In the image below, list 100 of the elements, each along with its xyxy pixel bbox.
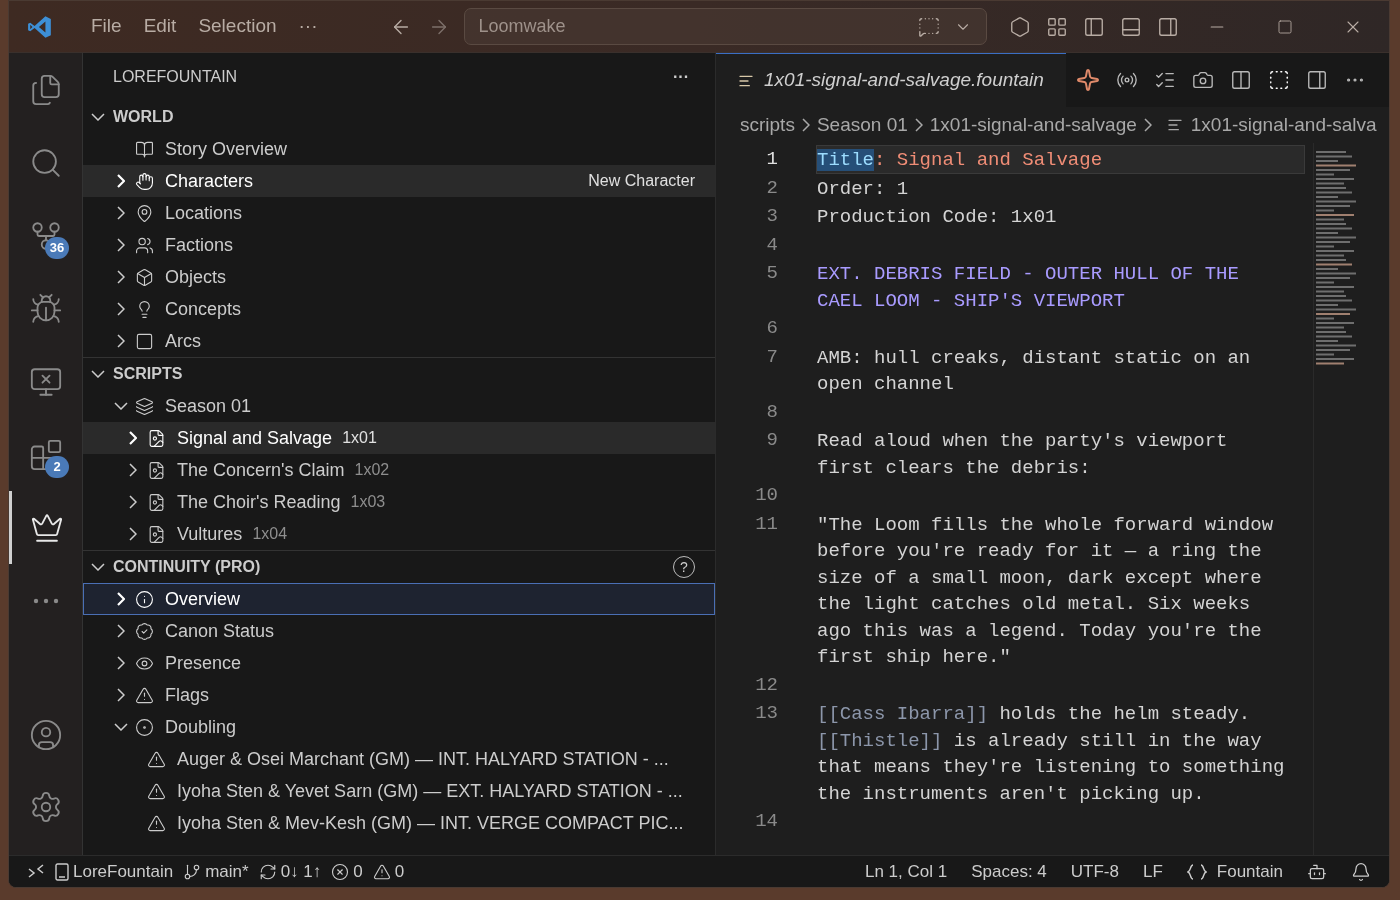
code-line: EXT. DEBRIS FIELD - OUTER HULL OF THE — [817, 263, 1239, 285]
code-line: open channel — [817, 373, 954, 395]
chevron-icon — [117, 688, 125, 702]
tree-item[interactable]: Arcs — [83, 325, 715, 357]
chevron-icon — [129, 463, 137, 477]
status-bell[interactable] — [1351, 861, 1371, 882]
chevron-icon — [117, 334, 125, 348]
chat-icon[interactable] — [917, 15, 940, 38]
code-line: Production Code: 1x01 — [817, 206, 1057, 228]
split-icon[interactable] — [1305, 69, 1328, 91]
status-text[interactable]: LF — [1143, 858, 1163, 885]
code-line: first ship here." — [817, 646, 1011, 668]
file-icon — [147, 428, 166, 448]
menu-item[interactable]: ··· — [288, 12, 328, 41]
menu-item[interactable]: File — [81, 12, 132, 41]
status-sync[interactable]: 0↓ 1↑ — [258, 858, 322, 885]
hexagon-icon[interactable] — [1008, 15, 1031, 38]
tree-item[interactable]: Story Overview — [83, 133, 715, 165]
line-number: 1 — [765, 147, 778, 172]
tree-item[interactable]: Iyoha Sten & Mev-Kesh (GM) — INT. VERGE COMPACT PIC... — [83, 807, 715, 839]
tree-item[interactable]: Locations — [83, 197, 715, 229]
status-errors[interactable]: 0 — [331, 858, 363, 885]
tree-item[interactable]: Signal and Salvage 1x01 — [83, 422, 715, 454]
cube-icon — [135, 267, 154, 287]
tree-item[interactable]: Vultures 1x04 — [83, 518, 715, 550]
tree-item[interactable]: Characters New Character — [83, 165, 715, 197]
camera-icon[interactable] — [1191, 69, 1214, 91]
account-icon[interactable] — [28, 718, 63, 752]
file-icon — [147, 492, 166, 512]
line-number: 2 — [765, 175, 778, 201]
tree-item[interactable]: Flags — [83, 679, 715, 711]
error-icon — [331, 862, 350, 881]
hand-icon — [135, 171, 154, 191]
info-icon — [135, 589, 154, 609]
chevron-icon — [91, 563, 105, 571]
tree-item[interactable]: Overview — [83, 583, 715, 615]
tree-item[interactable]: Doubling — [83, 711, 715, 743]
code-line: Order: 1 — [817, 177, 909, 200]
tree-item[interactable]: Presence — [83, 647, 715, 679]
section-header[interactable]: WORLD — [83, 101, 715, 133]
branch-icon — [183, 862, 202, 881]
status-project[interactable]: LoreFountain — [55, 858, 174, 885]
status-text[interactable]: Ln 1, Col 1 — [864, 858, 948, 885]
tree-item[interactable]: Concepts — [83, 293, 715, 325]
tree-item[interactable]: Auger & Osei Marchant (GM) — INT. HALYARD STATION - ... — [83, 743, 715, 775]
tree-item[interactable]: The Choir's Reading 1x03 — [83, 486, 715, 518]
line-number: 14 — [754, 809, 778, 834]
breadcrumb[interactable]: Season 01 — [816, 110, 908, 140]
chevron-icon — [914, 118, 923, 132]
columns-icon[interactable] — [1229, 69, 1252, 91]
tree-item[interactable]: Iyoha Sten & Yevet Sarn (GM) — EXT. HALYARD STATION - ... — [83, 775, 715, 807]
code-line: Title: Signal and Salvage — [817, 149, 1103, 171]
chevron-icon — [117, 270, 125, 284]
chevron-icon — [117, 302, 125, 316]
tree-item[interactable]: The Concern's Claim 1x02 — [83, 454, 715, 486]
maximize-button[interactable] — [1277, 18, 1293, 35]
status-branch[interactable]: main* — [183, 858, 249, 885]
status-text[interactable]: UTF-8 — [1070, 858, 1119, 885]
status-warnings[interactable]: 0 — [372, 858, 405, 885]
breadcrumb[interactable]: scripts — [740, 110, 795, 140]
breadcrumb[interactable]: 1x01-signal-and-salva — [1190, 110, 1377, 140]
breadcrumb[interactable]: 1x01-signal-and-salvage — [929, 110, 1137, 140]
line-number: 9 — [765, 428, 778, 453]
menu-item[interactable]: Selection — [188, 12, 287, 41]
line-number: 7 — [765, 344, 778, 370]
warning-icon — [147, 781, 166, 801]
status-text[interactable]: Spaces: 4 — [971, 858, 1047, 885]
panel-bottom-icon[interactable] — [1119, 15, 1142, 38]
activity-button[interactable]: 2 — [9, 418, 82, 491]
tree-item[interactable]: Objects — [83, 261, 715, 293]
editor-tab[interactable]: 1x01-signal-and-salvage.fountain — [716, 53, 1066, 107]
line-number: 3 — [765, 204, 778, 229]
status-language[interactable]: Fountain — [1186, 858, 1283, 885]
pin-icon — [135, 203, 154, 223]
menu-item[interactable]: Edit — [133, 12, 187, 41]
section-header[interactable]: SCRIPTS — [83, 358, 715, 390]
code-line: size of a small moon, dark except where — [817, 566, 1262, 589]
command-center[interactable]: Loomwake — [463, 8, 987, 45]
tree-item[interactable]: Factions — [83, 229, 715, 261]
panel-right-icon[interactable] — [1156, 15, 1179, 38]
section-header[interactable]: CONTINUITY (PRO) ? — [83, 551, 715, 583]
tree-item[interactable]: Canon Status — [83, 615, 715, 647]
code-line: Read aloud when the party's viewport — [817, 430, 1228, 452]
sparkle-icon[interactable] — [1075, 68, 1100, 92]
chevron-icon — [129, 495, 137, 509]
status-remote[interactable] — [27, 862, 45, 881]
chevron-icon — [129, 527, 137, 541]
count-badge: 36 — [45, 237, 69, 259]
code-line: [[Cass Ibarra]] holds the helm steady. — [817, 703, 1251, 725]
chevron-icon — [117, 206, 125, 220]
line-number: 12 — [754, 672, 778, 698]
tree-item[interactable]: Season 01 — [83, 390, 715, 422]
activity-button[interactable]: 36 — [9, 199, 82, 272]
code-line: the light catches old metal. Six weeks — [817, 593, 1251, 615]
layout-icon[interactable] — [1045, 15, 1068, 38]
warning-icon — [147, 749, 166, 769]
panel-left-icon[interactable] — [1082, 15, 1105, 38]
chevron-icon — [117, 624, 125, 638]
line-number: 10 — [754, 483, 778, 508]
more-button[interactable]: ··· — [673, 65, 689, 89]
